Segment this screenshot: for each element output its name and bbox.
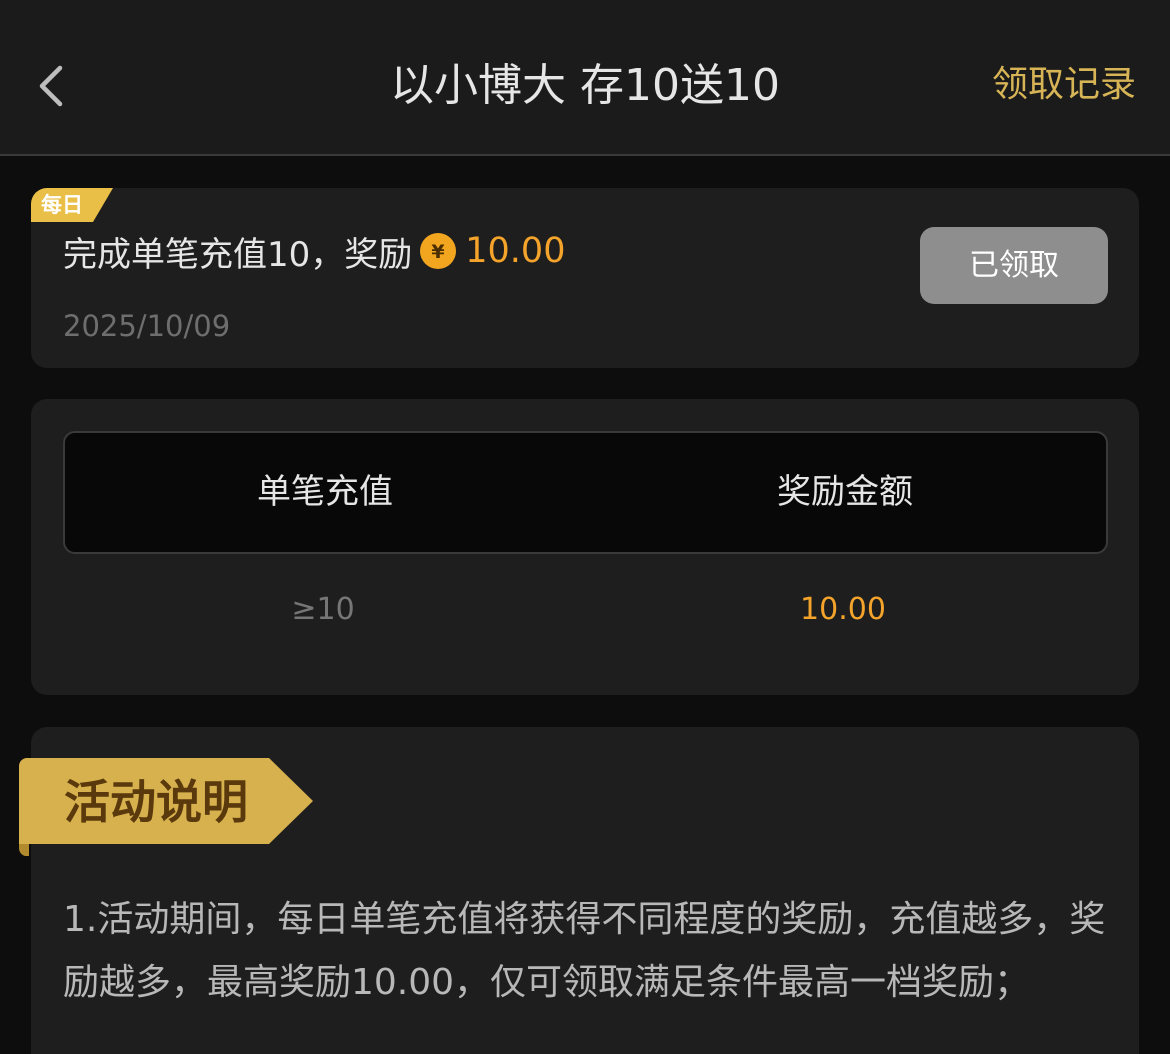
task-reward-amount: 10.00 <box>465 231 566 271</box>
table-row: ≥10 10.00 <box>63 580 1108 640</box>
claimed-button[interactable]: 已领取 <box>920 227 1108 304</box>
daily-tag-badge: 每日 <box>31 188 113 222</box>
task-description-row: 完成单笔充值10，奖励 ¥ 10.00 <box>63 226 565 276</box>
column-header-deposit: 单笔充值 <box>257 472 393 512</box>
table-header: 单笔充值 奖励金额 <box>63 431 1108 554</box>
reward-cell: 10.00 <box>800 592 886 627</box>
back-button[interactable] <box>30 58 80 114</box>
yuan-coin-icon: ¥ <box>420 233 457 269</box>
task-description: 完成单笔充值10，奖励 <box>63 234 413 275</box>
column-header-reward: 奖励金额 <box>777 472 913 512</box>
daily-tag-label: 每日 <box>41 193 83 217</box>
task-date: 2025/10/09 <box>63 309 231 343</box>
rules-text: 1.活动期间，每日单笔充值将获得不同程度的奖励，充值越多，奖励越多，最高奖励10… <box>63 899 1106 1003</box>
claim-records-link[interactable]: 领取记录 <box>992 62 1136 108</box>
svg-text:¥: ¥ <box>432 241 445 263</box>
page: 以小博大 存10送10 领取记录 每日 完成单笔充值10，奖励 ¥ 10.00 … <box>0 0 1170 1054</box>
chevron-left-icon <box>39 65 63 107</box>
top-nav-bar: 以小博大 存10送10 领取记录 <box>0 0 1170 156</box>
rules-heading: 活动说明 <box>64 775 248 829</box>
deposit-cell: ≥10 <box>291 592 355 627</box>
rules-heading-ribbon: 活动说明 <box>19 758 315 856</box>
